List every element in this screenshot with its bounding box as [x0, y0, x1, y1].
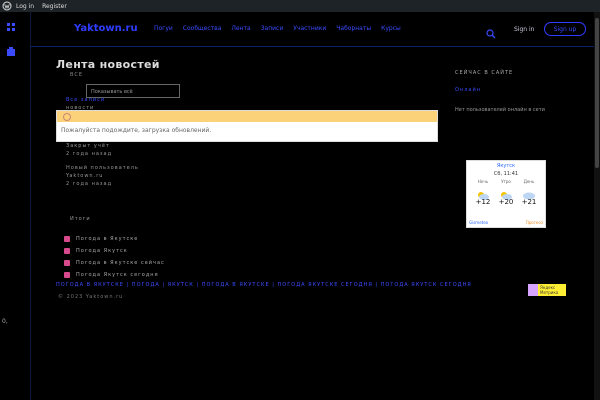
list-item[interactable]: Погода Якутск [64, 248, 165, 254]
online-empty-text: Нет пользователей онлайн в сети [455, 107, 545, 113]
online-link[interactable]: Онлайн [455, 87, 481, 93]
weather-brand[interactable]: Gismeteo [469, 220, 488, 225]
copyright-text: © 2023 Yaktown.ru [58, 294, 124, 300]
site-logo[interactable]: Yaktown.ru [74, 23, 138, 34]
scrollbar-thumb[interactable] [595, 18, 599, 168]
weather-forecast-link[interactable]: Прогноз [526, 220, 543, 225]
tags-list: Погода в Якутске Погода Якутск Погода в … [64, 236, 165, 284]
left-note: 0, [2, 318, 8, 325]
list-item[interactable]: Погода Якутск сегодня [64, 272, 165, 278]
badge-accent [528, 284, 538, 296]
register-link[interactable]: Register [42, 3, 67, 10]
main-nav: Погуи Сообщества Лента Записи Участники … [154, 25, 401, 32]
site-header: Yaktown.ru Погуи Сообщества Лента Записи… [30, 12, 594, 47]
cloud-icon [522, 186, 536, 200]
bullet-icon [64, 236, 70, 242]
scrollbar[interactable] [594, 12, 600, 400]
wordpress-icon[interactable] [2, 1, 12, 11]
list-item[interactable]: Погода в Якутске сейчас [64, 260, 165, 266]
page-title: Лента новостей [56, 58, 160, 71]
signin-link[interactable]: Sign in [514, 26, 534, 33]
sidebar-tagline: СЕЙЧАС В САЙТЕ [455, 70, 514, 76]
weather-period: Ночь +12 [475, 179, 491, 206]
info-icon [63, 113, 71, 121]
left-rail [0, 12, 31, 400]
grid-icon[interactable] [6, 17, 16, 31]
nav-item[interactable]: Курсы [381, 25, 401, 32]
weather-period: Утро +20 [498, 179, 514, 206]
bullet-icon [64, 248, 70, 254]
nav-item[interactable]: Лента [231, 25, 250, 32]
login-link[interactable]: Log in [16, 3, 34, 10]
badge-text: Яндекс Метрика [540, 285, 559, 295]
list-item[interactable]: Погода в Якутске [64, 236, 165, 242]
search-icon[interactable] [486, 24, 496, 39]
bullet-icon [64, 272, 70, 278]
metrika-badge[interactable]: Яндекс Метрика [528, 284, 566, 296]
footer-links[interactable]: ПОГОДА В ЯКУТСКЕ | ПОГОДА | ЯКУТСК | ПОГ… [56, 282, 472, 288]
notice-text: Пожалуйста подождите, загрузка обновлени… [61, 127, 212, 134]
nav-item[interactable]: Чаборнаты [336, 25, 371, 32]
feed-item: Новый пользователь Yaktown.ru 2 года наз… [66, 165, 139, 187]
notice-header [57, 111, 437, 122]
section-title: Итоги [70, 216, 91, 222]
weather-time: Сб, 11:41 [493, 171, 519, 177]
loading-notice: Пожалуйста подождите, загрузка обновлени… [56, 110, 438, 142]
apps-icon[interactable] [6, 42, 16, 56]
weather-widget[interactable]: Якутск Сб, 11:41 Ночь +12 Утро +20 День … [466, 160, 546, 228]
nav-item[interactable]: Погуи [154, 25, 173, 32]
signup-button[interactable]: Sign up [544, 22, 586, 36]
nav-item[interactable]: Сообщества [183, 25, 222, 32]
page-subtitle: ВСЕ [70, 72, 84, 78]
nav-item[interactable]: Участники [293, 25, 326, 32]
weather-period: День +21 [521, 179, 537, 206]
cloud-icon [499, 186, 513, 200]
weather-city[interactable]: Якутск [467, 163, 545, 169]
admin-bar: Log in Register [0, 0, 600, 12]
nav-item[interactable]: Записи [261, 25, 284, 32]
cloud-icon [476, 186, 490, 200]
feed-item: Закрыт учёт 2 года назад [66, 143, 113, 157]
bullet-icon [64, 260, 70, 266]
